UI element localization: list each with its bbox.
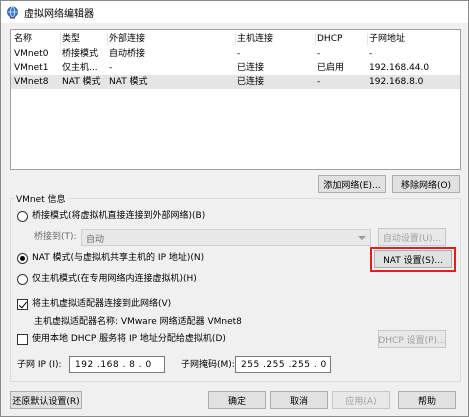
auto-settings-button[interactable]: 自动设置(U)... [378,228,446,246]
network-list-header: 名称 类型 外部连接 主机连接 DHCP 子网地址 [11,32,460,46]
cell-dhcp: - [317,49,321,59]
help-button[interactable]: 帮助 [398,391,456,409]
nat-settings-highlight [370,247,456,272]
column-separator [235,33,236,45]
subnet-mask-input[interactable]: 255 .255 .255 . 0 [235,356,331,373]
dhcp-settings-button[interactable]: DHCP 设置(P)... [378,330,446,348]
cell-subnet: 192.168.8.0 [369,77,424,87]
column-header-dhcp[interactable]: DHCP [317,33,367,45]
cell-external: - [109,63,113,73]
column-header-external[interactable]: 外部连接 [109,33,235,45]
cell-type: 桥接模式 [62,49,99,59]
title-bar: 虚拟网络编辑器 [1,1,468,23]
cell-dhcp: 已启用 [317,63,345,73]
cell-name: VMnet8 [14,77,49,87]
column-separator [367,33,368,45]
vmnet-info-label: VMnet 信息 [14,192,68,205]
adapter-name-label: 主机虚拟适配器名称: VMware 网络适配器 VMnet8 [34,317,242,327]
host-only-mode-label[interactable]: 仅主机模式(在专用网络内连接虚拟机)(H) [32,273,197,285]
vmnet-info-group [10,198,461,382]
add-network-button[interactable]: 添加网络(E)... [318,175,386,193]
ok-button[interactable]: 确定 [208,391,266,409]
connect-adapter-checkbox[interactable] [17,299,28,310]
connect-adapter-label[interactable]: 将主机虚拟适配器连接到此网络(V) [32,298,171,310]
column-separator [107,33,108,45]
nat-mode-label[interactable]: NAT 模式(与虚拟机共享主机的 IP 地址)(N) [32,252,204,264]
chevron-down-icon [358,236,366,240]
apply-button[interactable]: 应用(A) [332,391,390,409]
window-title: 虚拟网络编辑器 [24,8,94,20]
cell-subnet: - [369,49,373,59]
subnet-ip-label: 子网 IP (I): [17,360,62,370]
cancel-button[interactable]: 取消 [270,391,328,409]
column-separator [315,33,316,45]
cell-type: NAT 模式 [62,77,101,87]
bridged-mode-radio[interactable] [17,211,28,222]
table-row[interactable]: VMnet0 桥接模式 自动桥接 - - - [11,47,460,61]
virtual-network-editor-window: 虚拟网络编辑器 名称 类型 外部连接 主机连接 DHCP 子网地址 VMnet0… [0,0,469,417]
column-header-type[interactable]: 类型 [62,33,109,45]
cell-host: - [237,49,241,59]
restore-defaults-button[interactable]: 还原默认设置(R) [10,391,82,409]
table-row-selected[interactable]: VMnet8 NAT 模式 NAT 模式 已连接 - 192.168.8.0 [11,75,460,89]
cell-name: VMnet1 [14,63,49,73]
cell-name: VMnet0 [14,49,49,59]
column-header-host[interactable]: 主机连接 [237,33,315,45]
network-globe-icon [7,6,18,18]
network-list[interactable]: 名称 类型 外部连接 主机连接 DHCP 子网地址 VMnet0 桥接模式 自动… [10,29,461,170]
bridge-to-dropdown[interactable]: 自动 [81,229,371,246]
bridged-mode-label[interactable]: 桥接模式(将虚拟机直接连接到外部网络)(B) [32,210,205,222]
column-separator [60,33,61,45]
host-only-mode-radio[interactable] [17,274,28,285]
cell-subnet: 192.168.44.0 [369,63,430,73]
column-header-name[interactable]: 名称 [14,33,60,45]
cell-external: 自动桥接 [109,49,146,59]
bridge-to-label: 桥接到(T): [34,232,77,242]
remove-network-button[interactable]: 移除网络(O) [392,175,460,193]
nat-mode-radio[interactable] [17,253,28,264]
dhcp-checkbox[interactable] [17,334,28,345]
bridge-to-value: 自动 [86,235,105,245]
subnet-ip-input[interactable]: 192 .168 . 8 . 0 [69,356,165,373]
column-header-subnet[interactable]: 子网地址 [369,33,459,45]
cell-dhcp: - [317,77,321,87]
cell-host: 已连接 [237,63,265,73]
cell-type: 仅主机... [62,63,98,73]
cell-host: 已连接 [237,77,265,87]
subnet-mask-label: 子网掩码(M): [181,360,235,370]
dhcp-label[interactable]: 使用本地 DHCP 服务将 IP 地址分配给虚拟机(D) [32,333,226,345]
table-row[interactable]: VMnet1 仅主机... - 已连接 已启用 192.168.44.0 [11,61,460,75]
cell-external: NAT 模式 [109,77,148,87]
